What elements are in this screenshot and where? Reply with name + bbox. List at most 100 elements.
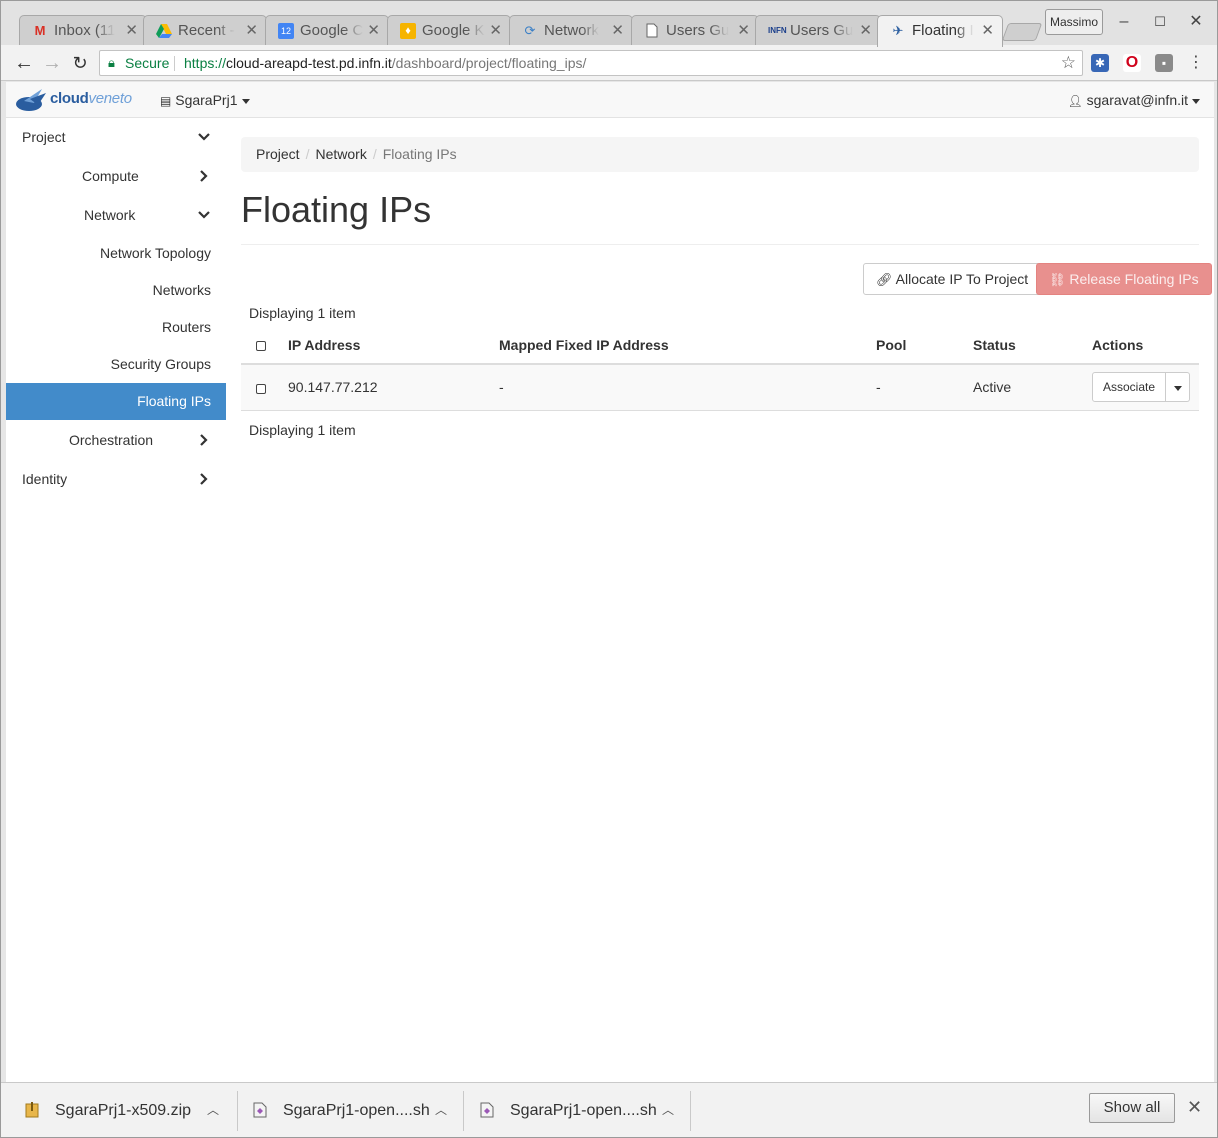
caret-down-icon — [241, 98, 250, 104]
network-icon: ⟳ — [524, 23, 536, 38]
project-name: SgaraPrj1 — [175, 92, 238, 108]
gmail-icon: M — [34, 23, 46, 38]
tab-label: Network — [544, 22, 600, 39]
button-label: Allocate IP To Project — [895, 271, 1029, 287]
column-header-status[interactable]: Status — [965, 327, 1084, 365]
column-header-ip[interactable]: IP Address — [280, 327, 491, 365]
close-icon[interactable]: ✕ — [125, 16, 138, 46]
tab-inbox[interactable]: M Inbox (11 ✕ — [19, 15, 147, 46]
close-icon[interactable]: ✕ — [981, 16, 994, 46]
download-item[interactable]: SgaraPrj1-x509.zip ︿ — [25, 1083, 225, 1138]
infn-icon: INFN — [768, 26, 787, 35]
column-header-pool[interactable]: Pool — [868, 327, 965, 365]
logo-text: cloudveneto — [50, 90, 132, 107]
close-icon[interactable]: ✕ — [367, 16, 380, 46]
download-item[interactable]: SgaraPrj1-open....sh ︿ — [253, 1083, 453, 1138]
chevron-up-icon[interactable]: ︿ — [435, 1083, 447, 1138]
extension-puzzle-icon[interactable]: ✱ — [1091, 54, 1109, 72]
select-all-checkbox[interactable] — [256, 341, 266, 352]
maximize-icon[interactable]: ☐ — [1149, 11, 1171, 33]
menu-kebab-icon[interactable]: ⋮ — [1187, 54, 1205, 72]
profile-button[interactable]: Massimo — [1045, 9, 1103, 35]
associate-button[interactable]: Associate — [1092, 372, 1167, 403]
tab-label: Inbox (11 — [54, 22, 116, 39]
address-bar[interactable]: 🔒︎ Secure https://cloud-areapd-test.pd.i… — [99, 50, 1083, 76]
tab-users-guide-2[interactable]: INFN Users Gu ✕ — [755, 15, 881, 46]
allocate-ip-button[interactable]: 🔗︎ Allocate IP To Project — [863, 263, 1042, 295]
bookmark-star-icon[interactable]: ☆ — [1061, 51, 1076, 75]
sidebar-item-project[interactable]: Project — [6, 119, 226, 156]
close-icon[interactable]: ✕ — [611, 16, 624, 46]
close-icon[interactable]: ✕ — [737, 16, 750, 46]
sidebar-item-compute[interactable]: Compute — [6, 158, 226, 195]
breadcrumb-project[interactable]: Project — [256, 146, 300, 162]
tab-label: Google K — [422, 22, 485, 39]
project-selector[interactable]: ▤ SgaraPrj1 — [160, 82, 250, 118]
chevron-up-icon[interactable]: ︿ — [662, 1083, 674, 1138]
opera-icon[interactable]: O — [1123, 54, 1141, 72]
row-checkbox[interactable] — [256, 383, 266, 394]
window-close-icon[interactable]: ✕ — [1185, 11, 1207, 33]
script-file-icon — [480, 1102, 494, 1118]
sidebar-item-label: Security Groups — [110, 356, 211, 372]
user-menu[interactable]: 👤︎ sgaravat@infn.it — [1067, 82, 1200, 118]
sidebar-item-routers[interactable]: Routers — [6, 309, 226, 346]
release-floating-ips-button[interactable]: ⛓︎ Release Floating IPs — [1036, 263, 1212, 295]
sidebar-item-label: Networks — [152, 282, 211, 298]
sidebar-item-label: Network — [84, 207, 136, 223]
tab-keep[interactable]: ♦ Google K ✕ — [387, 15, 511, 46]
project-list-icon: ▤ — [160, 94, 172, 108]
download-filename: SgaraPrj1-x509.zip — [55, 1102, 192, 1119]
divider — [237, 1091, 238, 1131]
tab-drive[interactable]: Recent - ✕ — [143, 15, 267, 46]
table-header-row: IP Address Mapped Fixed IP Address Pool … — [241, 327, 1199, 365]
forward-icon[interactable]: → — [39, 50, 65, 76]
sidebar-item-networks[interactable]: Networks — [6, 272, 226, 309]
breadcrumb-network[interactable]: Network — [315, 146, 366, 162]
close-icon[interactable]: ✕ — [859, 16, 872, 46]
sidebar-item-orchestration[interactable]: Orchestration — [6, 422, 226, 459]
calendar-icon: 12 — [278, 23, 294, 39]
actions-dropdown-toggle[interactable] — [1166, 372, 1191, 403]
column-header-mapped[interactable]: Mapped Fixed IP Address — [491, 327, 868, 365]
extension-icon[interactable]: ▪ — [1155, 54, 1173, 72]
show-all-downloads-button[interactable]: Show all — [1089, 1093, 1175, 1123]
tab-users-guide-1[interactable]: Users Gu ✕ — [631, 15, 759, 46]
app-navbar: cloudveneto ▤ SgaraPrj1 👤︎ sgaravat@infn… — [6, 82, 1214, 118]
chevron-up-icon[interactable]: ︿ — [207, 1083, 219, 1138]
reload-icon[interactable]: ↻ — [67, 50, 93, 76]
download-item[interactable]: SgaraPrj1-open....sh ︿ — [480, 1083, 680, 1138]
cell-mapped: - — [491, 364, 868, 411]
user-icon: 👤︎ — [1067, 94, 1083, 108]
minimize-icon[interactable]: – — [1113, 11, 1135, 33]
close-icon[interactable]: ✕ — [245, 16, 258, 46]
page-viewport: cloudveneto ▤ SgaraPrj1 👤︎ sgaravat@infn… — [6, 82, 1214, 1082]
keep-icon: ♦ — [400, 23, 416, 39]
user-name: sgaravat@infn.it — [1086, 92, 1188, 108]
table-count-bottom: Displaying 1 item — [249, 422, 356, 438]
back-icon[interactable]: ← — [11, 50, 37, 76]
sidebar-item-network-topology[interactable]: Network Topology — [6, 235, 226, 272]
sidebar-item-floating-ips[interactable]: Floating IPs — [6, 383, 226, 420]
sidebar-item-label: Floating IPs — [137, 393, 211, 409]
divider — [690, 1091, 691, 1131]
row-select-cell — [241, 364, 280, 411]
sidebar-item-identity[interactable]: Identity — [6, 461, 226, 498]
sidebar-item-network[interactable]: Network — [6, 197, 226, 234]
new-tab-button[interactable] — [1001, 23, 1043, 41]
chevron-right-icon — [200, 170, 208, 182]
tab-calendar[interactable]: 12 Google C ✕ — [265, 15, 389, 46]
chevron-down-icon — [198, 211, 210, 219]
zip-file-icon — [25, 1102, 39, 1118]
url-text: https://cloud-areapd-test.pd.infn.it/das… — [184, 51, 586, 75]
tab-floating-ips[interactable]: ✈ Floating I ✕ — [877, 15, 1003, 47]
close-icon[interactable]: ✕ — [1187, 1097, 1202, 1118]
browser-toolbar: ← → ↻ 🔒︎ Secure https://cloud-areapd-tes… — [1, 45, 1217, 81]
drive-icon — [156, 23, 172, 39]
url-path: /dashboard/project/floating_ips/ — [391, 55, 587, 71]
sidebar-item-label: Routers — [161, 319, 211, 335]
close-icon[interactable]: ✕ — [489, 16, 502, 46]
tab-network[interactable]: ⟳ Network ✕ — [509, 15, 633, 46]
sidebar-item-security-groups[interactable]: Security Groups — [6, 346, 226, 383]
button-label: Release Floating IPs — [1069, 271, 1199, 287]
